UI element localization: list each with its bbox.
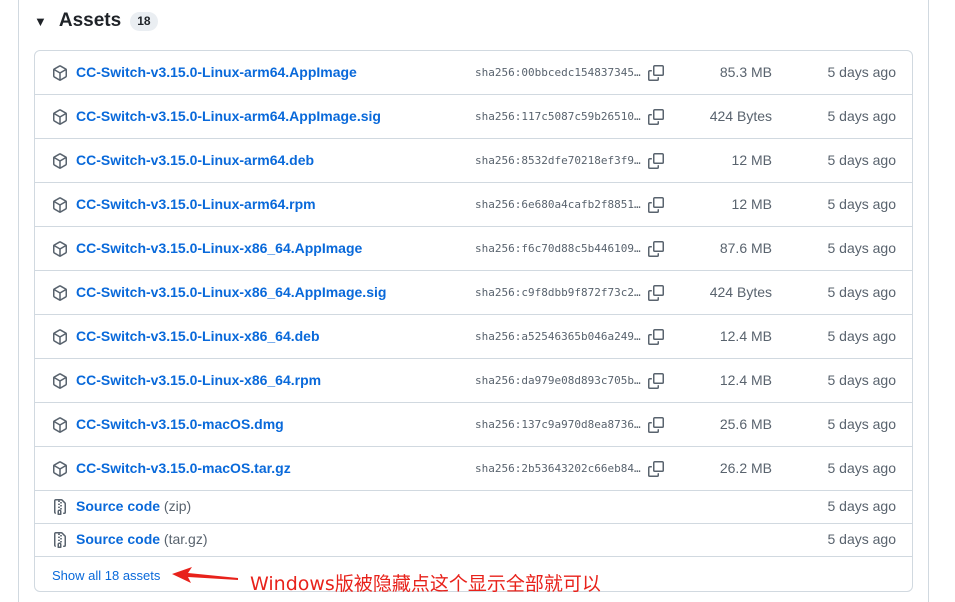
asset-download-link[interactable]: CC-Switch-v3.15.0-Linux-x86_64.rpm [76, 372, 321, 388]
asset-date: 5 days ago [827, 328, 897, 344]
source-code-link[interactable]: Source code (tar.gz) [76, 531, 208, 547]
asset-download-link[interactable]: CC-Switch-v3.15.0-Linux-x86_64.AppImage.… [76, 284, 386, 300]
asset-date: 5 days ago [827, 64, 897, 80]
copy-icon[interactable] [648, 461, 664, 477]
asset-download-link[interactable]: CC-Switch-v3.15.0-Linux-x86_64.AppImage [76, 240, 362, 256]
package-icon [52, 153, 68, 169]
copy-icon[interactable] [648, 197, 664, 213]
assets-summary[interactable]: ▼ Assets 18 [34, 8, 158, 34]
asset-size: 85.3 MB [719, 64, 772, 80]
asset-download-link[interactable]: CC-Switch-v3.15.0-macOS.dmg [76, 416, 284, 432]
package-icon [52, 373, 68, 389]
asset-row: CC-Switch-v3.15.0-Linux-arm64.AppImage sh… [35, 51, 912, 95]
asset-size: 26.2 MB [719, 460, 772, 476]
asset-date: 5 days ago [827, 284, 897, 300]
collapse-triangle-icon[interactable]: ▼ [34, 15, 47, 28]
asset-sha256: sha256:8532dfe70218ef3f9… [475, 154, 641, 167]
asset-row: CC-Switch-v3.15.0-macOS.dmg sha256:137c9a… [35, 403, 912, 447]
asset-size: 25.6 MB [719, 416, 772, 432]
asset-size: 12.4 MB [719, 328, 772, 344]
asset-download-link[interactable]: CC-Switch-v3.15.0-Linux-x86_64.deb [76, 328, 320, 344]
source-code-row: Source code (tar.gz) 5 days ago [35, 524, 912, 557]
package-icon [52, 285, 68, 301]
asset-sha256: sha256:137c9a970d8ea8736… [475, 418, 641, 431]
source-code-link[interactable]: Source code (zip) [76, 498, 191, 514]
package-icon [52, 461, 68, 477]
asset-sha256: sha256:117c5087c59b26510… [475, 110, 641, 123]
asset-row: CC-Switch-v3.15.0-Linux-arm64.rpm sha256:… [35, 183, 912, 227]
copy-icon[interactable] [648, 373, 664, 389]
asset-row: CC-Switch-v3.15.0-Linux-x86_64.AppImage.… [35, 271, 912, 315]
asset-download-link[interactable]: CC-Switch-v3.15.0-Linux-arm64.rpm [76, 196, 316, 212]
asset-download-link[interactable]: CC-Switch-v3.15.0-macOS.tar.gz [76, 460, 291, 476]
copy-icon[interactable] [648, 109, 664, 125]
source-code-label: Source code [76, 498, 161, 514]
asset-row: CC-Switch-v3.15.0-Linux-arm64.deb sha256:… [35, 139, 912, 183]
copy-icon[interactable] [648, 65, 664, 81]
annotation-text: Windows版被隐藏点这个显示全部就可以 [250, 573, 601, 595]
assets-count-badge: 18 [130, 11, 158, 31]
asset-size: 424 Bytes [709, 108, 772, 124]
asset-size: 87.6 MB [719, 240, 772, 256]
asset-date: 5 days ago [827, 196, 897, 212]
asset-sha256: sha256:a52546365b046a249… [475, 330, 641, 343]
source-code-format: (zip) [163, 498, 192, 514]
package-icon [52, 109, 68, 125]
asset-size: 12 MB [731, 152, 772, 168]
asset-sha256: sha256:f6c70d88c5b446109… [475, 242, 641, 255]
copy-icon[interactable] [648, 153, 664, 169]
asset-sha256: sha256:da979e08d893c705b… [475, 374, 641, 387]
package-icon [52, 65, 68, 81]
assets-list: CC-Switch-v3.15.0-Linux-arm64.AppImage sh… [34, 50, 913, 592]
source-code-date: 5 days ago [827, 531, 897, 547]
file-zip-icon [52, 532, 68, 548]
asset-size: 12 MB [731, 196, 772, 212]
copy-icon[interactable] [648, 417, 664, 433]
asset-date: 5 days ago [827, 372, 897, 388]
asset-sha256: sha256:c9f8dbb9f872f73c2… [475, 286, 641, 299]
package-icon [52, 241, 68, 257]
asset-row: CC-Switch-v3.15.0-Linux-x86_64.deb sha256… [35, 315, 912, 359]
asset-row: CC-Switch-v3.15.0-macOS.tar.gz sha256:2b5… [35, 447, 912, 491]
show-all-assets-link[interactable]: Show all 18 assets [52, 568, 160, 583]
asset-sha256: sha256:6e680a4cafb2f8851… [475, 198, 641, 211]
package-icon [52, 417, 68, 433]
asset-sha256: sha256:2b53643202c66eb84… [475, 462, 641, 475]
asset-date: 5 days ago [827, 460, 897, 476]
source-code-row: Source code (zip) 5 days ago [35, 491, 912, 524]
package-icon [52, 197, 68, 213]
asset-row: CC-Switch-v3.15.0-Linux-arm64.AppImage.s… [35, 95, 912, 139]
asset-size: 424 Bytes [709, 284, 772, 300]
copy-icon[interactable] [648, 285, 664, 301]
asset-date: 5 days ago [827, 152, 897, 168]
source-code-date: 5 days ago [827, 498, 897, 514]
asset-date: 5 days ago [827, 108, 897, 124]
asset-row: CC-Switch-v3.15.0-Linux-x86_64.rpm sha256… [35, 359, 912, 403]
package-icon [52, 329, 68, 345]
source-code-label: Source code [76, 531, 161, 547]
asset-date: 5 days ago [827, 240, 897, 256]
assets-heading: Assets [58, 10, 122, 31]
copy-icon[interactable] [648, 241, 664, 257]
asset-download-link[interactable]: CC-Switch-v3.15.0-Linux-arm64.AppImage.s… [76, 108, 381, 124]
asset-download-link[interactable]: CC-Switch-v3.15.0-Linux-arm64.AppImage [76, 64, 357, 80]
file-zip-icon [52, 499, 68, 515]
asset-row: CC-Switch-v3.15.0-Linux-x86_64.AppImage s… [35, 227, 912, 271]
red-arrow-annotation [172, 567, 238, 583]
source-code-format: (tar.gz) [163, 531, 208, 547]
asset-download-link[interactable]: CC-Switch-v3.15.0-Linux-arm64.deb [76, 152, 314, 168]
asset-size: 12.4 MB [719, 372, 772, 388]
asset-sha256: sha256:00bbcedc154837345… [475, 66, 641, 79]
asset-date: 5 days ago [827, 416, 897, 432]
copy-icon[interactable] [648, 329, 664, 345]
